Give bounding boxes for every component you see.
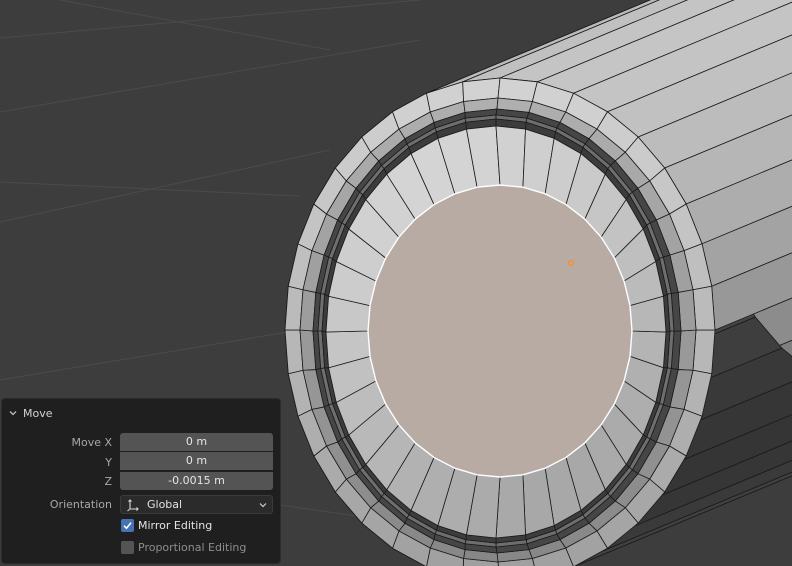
orientation-row: Orientation Global	[2, 495, 282, 515]
panel-title: Move	[23, 406, 53, 420]
move-z-field[interactable]: -0.0015 m	[120, 472, 273, 490]
mirror-editing-toggle[interactable]: Mirror Editing	[121, 517, 212, 533]
move-x-row: Move X 0 m	[2, 433, 282, 453]
move-z-label: Z	[104, 475, 112, 488]
orientation-dropdown[interactable]: Global	[120, 495, 273, 514]
move-y-field[interactable]: 0 m	[120, 452, 273, 470]
selected-cap-face[interactable]	[367, 184, 633, 478]
move-y-row: Y 0 m	[2, 452, 282, 473]
move-x-label: Move X	[71, 436, 112, 449]
proportional-editing-toggle[interactable]: Proportional Editing	[121, 539, 246, 555]
proportional-editing-label: Proportional Editing	[138, 540, 247, 554]
panel-header-toggle[interactable]: Move	[8, 405, 53, 421]
proportional-editing-checkbox[interactable]	[121, 540, 134, 554]
mirror-editing-checkbox[interactable]	[121, 518, 134, 532]
orientation-value: Global	[147, 498, 183, 511]
checkmark-icon	[123, 521, 132, 529]
move-z-row: Z -0.0015 m	[2, 472, 282, 492]
move-y-label: Y	[105, 456, 112, 469]
orientation-label: Orientation	[49, 498, 112, 511]
transform-orientation-icon	[127, 499, 139, 512]
redo-operator-panel: Move Move X 0 m Y 0 m Z -0.0015 m Orient…	[1, 398, 281, 564]
mirror-editing-label: Mirror Editing	[138, 518, 213, 532]
chevron-down-icon	[9, 411, 17, 416]
chevron-down-icon	[259, 503, 267, 508]
move-x-field[interactable]: 0 m	[120, 433, 273, 451]
